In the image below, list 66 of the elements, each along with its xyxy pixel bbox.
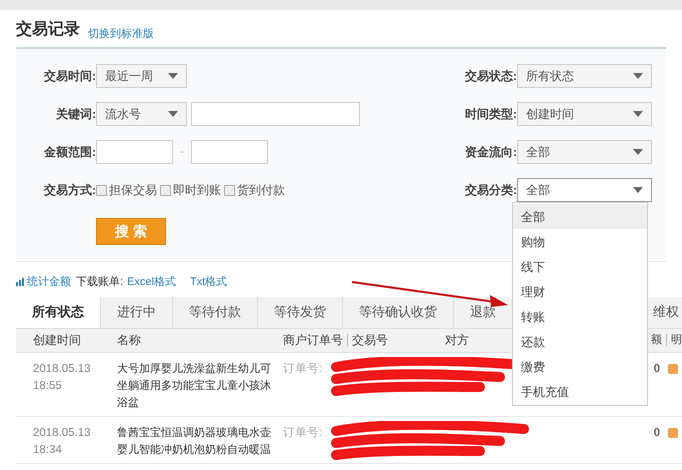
date-cell-text: 2018.05.13 [33,426,92,440]
caret-icon [168,73,178,79]
caret-icon [633,111,643,117]
caret-icon [633,187,643,193]
status-tab[interactable]: 等待付款 [173,296,258,328]
detail-icon[interactable] [668,428,678,438]
filter-label: 时间类型: [464,106,517,123]
dropdown-option[interactable]: 全部 [513,204,647,229]
keyword-input-field[interactable] [191,102,360,126]
column-header: 名称 [117,332,142,349]
dropdown-select[interactable]: 流水号 [96,102,187,126]
status-tab[interactable]: 进行中 [101,296,173,328]
column-header: 创建时间 [32,332,82,349]
status-tab[interactable]: 等待确认收货 [343,296,454,328]
filter-label: 关键词: [54,106,96,123]
status-tab[interactable]: 所有状态 [16,296,101,328]
dropdown-option[interactable]: 手机充值 [513,379,647,404]
page-title: 交易记录 [16,19,80,40]
filter-label: 交易方式: [43,182,96,199]
order-number-cell-text: 订单号: [283,426,322,440]
caret-icon [168,111,178,117]
dropdown-option[interactable]: 购物 [513,229,647,254]
payment-method-checkbox[interactable]: 即时到账 [160,181,221,199]
status-tab[interactable]: 等待发货 [258,296,343,328]
dropdown-select[interactable]: 全部 [517,178,652,202]
dropdown-option[interactable]: 转账 [513,304,647,329]
download-label: 下载账单: [76,275,124,290]
dropdown-select[interactable]: 最近一周 [96,64,187,88]
column-header: 商户订单号 [283,332,343,349]
payment-method-checkbox[interactable]: 担保交易 [96,181,157,199]
range-separator: - [180,144,184,160]
time-cell-text: 18:34 [33,442,63,458]
caret-icon [633,73,643,79]
excel-link[interactable]: Excel格式 [127,274,176,290]
amount-cell-text: 0 [654,362,660,376]
item-name-cell-text: 鲁茜宝宝恒温调奶器玻璃电水壶婴儿智能冲奶机泡奶粉自动暖温 [117,426,272,458]
amount-cell-text: 0 [654,426,660,440]
filter-label: 资金流向: [464,144,517,161]
detail-icon[interactable] [668,364,678,374]
caret-icon [633,149,643,155]
order-number-cell-text: 订单号: [283,362,322,376]
filter-label: 金额范围: [43,144,96,161]
dropdown-option[interactable]: 缴费 [513,354,647,379]
max-amount-input-field[interactable] [190,140,268,164]
switch-link[interactable]: 切换到标准版 [88,26,154,42]
date-cell-text: 2018.05.13 [33,362,92,376]
txt-link[interactable]: Txt格式 [190,274,228,290]
dropdown-option[interactable]: 线下 [513,254,647,279]
dropdown-select[interactable]: 全部 [517,140,652,164]
dropdown-select[interactable]: 所有状态 [517,64,652,88]
filter-label: 交易时间: [43,68,96,85]
stats-link[interactable]: 统计金额 [27,274,71,290]
bar-chart-icon [16,278,25,286]
dropdown-select[interactable]: 创建时间 [517,102,652,126]
column-header: 额 [651,332,662,348]
column-header: 对方 [445,332,469,349]
filter-label: 交易分类: [464,182,517,199]
dropdown-option[interactable]: 理财 [513,279,647,304]
dropdown-option[interactable]: 还款 [513,329,647,354]
payment-method-checkbox[interactable]: 货到付款 [224,181,285,199]
filter-label: 交易状态: [464,68,517,85]
min-amount-input-field[interactable] [96,140,173,164]
time-cell-text: 18:55 [33,378,63,394]
item-name-cell-text: 大号加厚婴儿洗澡盆新生幼儿可坐躺通用多功能宝宝儿童小孩沐浴盆 [117,362,272,410]
column-header: 交易号 [352,332,389,349]
column-header: 明 [671,332,682,348]
